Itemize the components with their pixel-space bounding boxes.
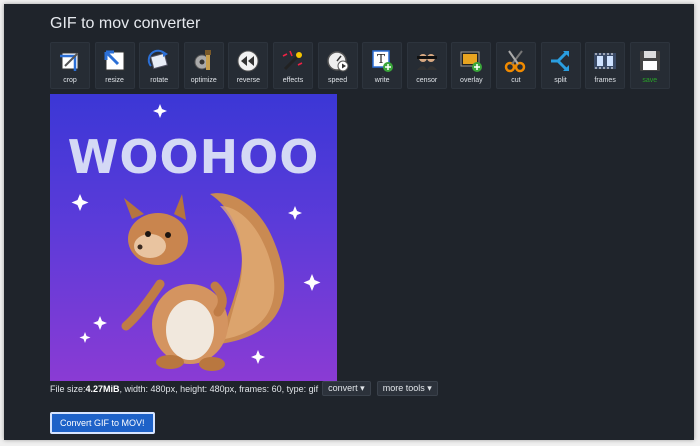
tool-cut[interactable]: cut xyxy=(495,42,536,89)
save-icon xyxy=(635,46,665,76)
file-info-details: , width: 480px, height: 480px, frames: 6… xyxy=(119,383,319,394)
tool-save-label: save xyxy=(642,77,658,84)
tool-overlay[interactable]: overlay xyxy=(451,42,492,89)
cut-icon xyxy=(501,46,531,76)
frames-icon xyxy=(590,46,620,76)
tool-optimize[interactable]: optimize xyxy=(183,42,224,89)
tool-speed[interactable]: speed xyxy=(317,42,358,89)
tool-resize[interactable]: resize xyxy=(94,42,135,89)
effects-icon xyxy=(278,46,308,76)
convert-dropdown[interactable]: convert ▾ xyxy=(322,381,371,396)
toolbar: crop resize rotate optimize reverse effe… xyxy=(50,42,674,89)
page-title: GIF to mov converter xyxy=(50,15,201,32)
tool-reverse[interactable]: reverse xyxy=(228,42,269,89)
resize-icon xyxy=(100,46,130,76)
tool-effects[interactable]: effects xyxy=(272,42,313,89)
app-window: GIF to mov converter crop resize rotate … xyxy=(4,4,694,440)
more-tools-dropdown[interactable]: more tools ▾ xyxy=(376,381,438,396)
tool-overlay-label: overlay xyxy=(460,77,483,84)
tool-resize-label: resize xyxy=(105,77,124,84)
crop-icon xyxy=(55,46,85,76)
split-icon xyxy=(546,46,576,76)
tool-censor[interactable]: censor xyxy=(406,42,447,89)
tool-write[interactable]: T write xyxy=(362,42,403,89)
tool-frames-label: frames xyxy=(594,77,616,84)
squirrel-illustration xyxy=(71,104,321,371)
reverse-icon xyxy=(233,46,263,76)
speed-icon xyxy=(323,46,353,76)
tool-rotate[interactable]: rotate xyxy=(139,42,180,89)
file-info-prefix: File size: xyxy=(50,383,86,394)
file-size-value: 4.27MiB xyxy=(85,383,120,394)
tool-crop[interactable]: crop xyxy=(50,42,90,89)
tool-write-label: write xyxy=(374,77,390,84)
tool-reverse-label: reverse xyxy=(236,77,261,84)
optimize-icon xyxy=(189,46,219,76)
write-icon: T xyxy=(367,46,397,76)
svg-text:T: T xyxy=(377,52,385,66)
tool-cut-label: cut xyxy=(511,77,521,84)
tool-censor-label: censor xyxy=(416,77,438,84)
convert-gif-to-mov-button[interactable]: Convert GIF to MOV! xyxy=(50,412,155,434)
rotate-icon xyxy=(144,46,174,76)
tool-save[interactable]: save xyxy=(629,42,670,89)
tool-split[interactable]: split xyxy=(540,42,581,89)
tool-effects-label: effects xyxy=(282,77,304,84)
tool-crop-label: crop xyxy=(63,77,77,84)
tool-split-label: split xyxy=(554,77,567,84)
tool-frames[interactable]: frames xyxy=(585,42,626,89)
tool-speed-label: speed xyxy=(328,77,348,84)
censor-icon xyxy=(412,46,442,76)
file-info: File size: 4.27MiB , width: 480px, heigh… xyxy=(50,381,438,396)
tool-rotate-label: rotate xyxy=(150,77,169,84)
overlay-icon xyxy=(456,46,486,76)
gif-preview: WOOHOO xyxy=(50,94,337,381)
tool-optimize-label: optimize xyxy=(190,77,217,84)
